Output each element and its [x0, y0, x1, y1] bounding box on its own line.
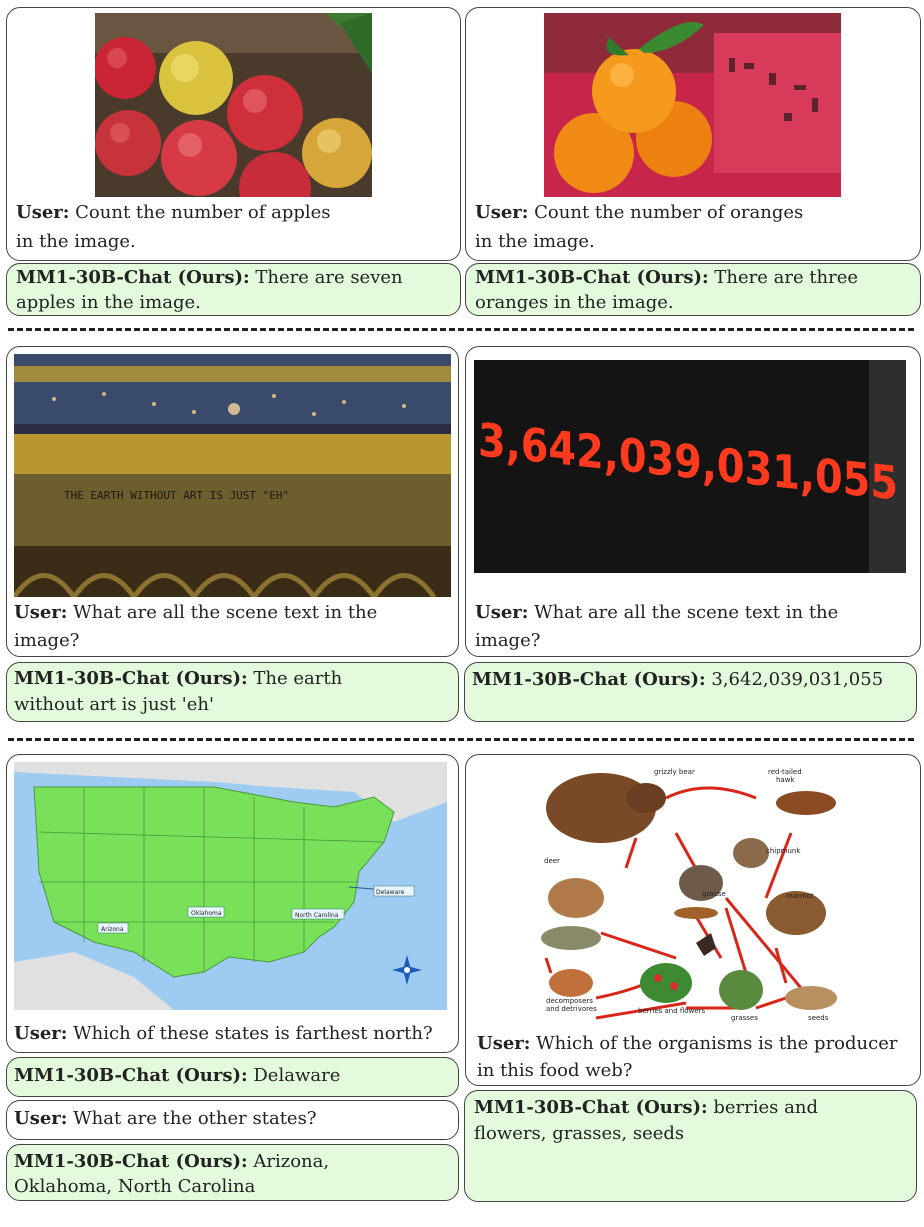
bot-label: MM1-30B-Chat (Ours):: [475, 267, 709, 288]
user-label: User:: [14, 602, 68, 623]
user-message: What are all the scene text in the: [534, 602, 839, 623]
user-label: User:: [14, 1108, 68, 1129]
map-user-line: User: Which of these states is farthest …: [14, 1019, 433, 1048]
bot-label: MM1-30B-Chat (Ours):: [14, 1151, 248, 1172]
map-label-arizona: Arizona: [101, 926, 124, 933]
bot-label: MM1-30B-Chat (Ours):: [14, 668, 248, 689]
foodweb-label-decomposers-2: and detrivores: [546, 1005, 597, 1013]
foodweb-image: grizzly bear red-tailed hawk chipmunk de…: [526, 758, 856, 1026]
apples-user-line-1: User: Count the number of apples: [16, 198, 331, 227]
foodweb-label-seeds: seeds: [808, 1014, 829, 1022]
foodweb-label-grouse: grouse: [702, 890, 726, 898]
section-divider-2: [8, 738, 914, 741]
bridge-user-line-1: User: What are all the scene text in the: [14, 598, 377, 627]
foodweb-label-hawk-1: red-tailed: [768, 768, 802, 776]
user-label: User:: [475, 202, 529, 223]
foodweb-bot-line-1: MM1-30B-Chat (Ours): berries and: [474, 1093, 818, 1122]
bot-message: Arizona,: [253, 1151, 330, 1172]
foodweb-label-grizzly-bear: grizzly bear: [654, 768, 695, 776]
ticker-user-line-1: User: What are all the scene text in the: [475, 598, 838, 627]
bridge-image: THE EARTH WITHOUT ART IS JUST "EH": [14, 354, 451, 597]
bot-message: berries and: [713, 1097, 818, 1118]
user-label: User:: [16, 202, 70, 223]
oranges-user-line-2: in the image.: [475, 231, 595, 252]
apples-image: [95, 13, 372, 197]
ticker-user-line-2: image?: [475, 630, 541, 651]
map-user2-line: User: What are the other states?: [14, 1104, 316, 1133]
bot-message: There are seven: [255, 267, 403, 288]
user-message: What are all the scene text in the: [73, 602, 378, 623]
foodweb-bot-line-2: flowers, grasses, seeds: [474, 1123, 685, 1144]
foodweb-label-deer: deer: [544, 857, 560, 865]
bot-label: MM1-30B-Chat (Ours):: [474, 1097, 708, 1118]
map-bot-line: MM1-30B-Chat (Ours): Delaware: [14, 1061, 340, 1090]
foodweb-label-marmot: marmot: [786, 892, 814, 900]
bot-label: MM1-30B-Chat (Ours):: [14, 1065, 248, 1086]
oranges-image: [544, 13, 841, 197]
foodweb-label-decomposers-1: decomposers: [546, 997, 593, 1005]
us-map-image: Delaware Arizona Oklahoma North Carolina: [14, 762, 447, 1010]
user-label: User:: [477, 1033, 531, 1054]
user-message: Which of these states is farthest north?: [73, 1023, 433, 1044]
user-label: User:: [475, 602, 529, 623]
bot-message: There are three: [714, 267, 859, 288]
foodweb-label-hawk-2: hawk: [776, 776, 795, 784]
user-label: User:: [14, 1023, 68, 1044]
ticker-bot-line-1: MM1-30B-Chat (Ours): 3,642,039,031,055: [472, 665, 883, 694]
map-label-delaware: Delaware: [376, 889, 405, 896]
user-message: Which of the organisms is the producer: [536, 1033, 898, 1054]
map-bot2-line-2: Oklahoma, North Carolina: [14, 1176, 256, 1197]
apples-user-line-2: in the image.: [16, 231, 136, 252]
bot-message: The earth: [253, 668, 343, 689]
bridge-sign-text: THE EARTH WITHOUT ART IS JUST "EH": [64, 489, 289, 502]
foodweb-label-chipmunk: chipmunk: [766, 847, 801, 855]
foodweb-user-line-1: User: Which of the organisms is the prod…: [477, 1029, 897, 1058]
foodweb-label-grasses: grasses: [731, 1014, 758, 1022]
bot-label: MM1-30B-Chat (Ours):: [472, 669, 706, 690]
user-message: Count the number of apples: [75, 202, 331, 223]
bot-message: 3,642,039,031,055: [711, 669, 884, 690]
map-label-oklahoma: Oklahoma: [191, 910, 222, 917]
oranges-bot-line-2: oranges in the image.: [475, 292, 674, 313]
oranges-user-line-1: User: Count the number of oranges: [475, 198, 803, 227]
bridge-bot-line-1: MM1-30B-Chat (Ours): The earth: [14, 664, 342, 693]
apples-bot-line-2: apples in the image.: [16, 292, 201, 313]
ticker-image: 3,642,039,031,055: [474, 360, 906, 573]
bot-message: Delaware: [253, 1065, 341, 1086]
map-label-north-carolina: North Carolina: [295, 912, 339, 919]
foodweb-user-line-2: in this food web?: [477, 1060, 633, 1081]
foodweb-label-berries: berries and flowers: [638, 1007, 706, 1015]
section-divider-1: [8, 328, 914, 331]
user-message: Count the number of oranges: [534, 202, 804, 223]
bot-label: MM1-30B-Chat (Ours):: [16, 267, 250, 288]
user-message: What are the other states?: [73, 1108, 317, 1129]
bridge-bot-line-2: without art is just 'eh': [14, 694, 214, 715]
bridge-user-line-2: image?: [14, 630, 80, 651]
